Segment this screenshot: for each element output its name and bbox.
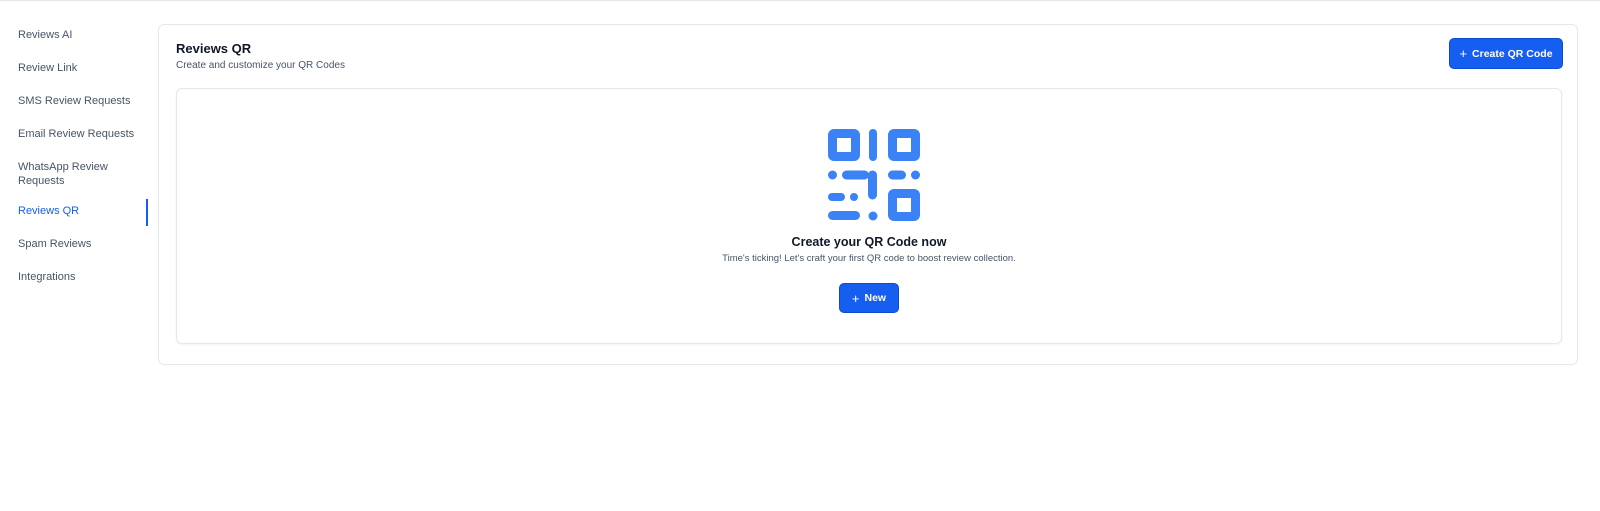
new-qr-code-button[interactable]: + New <box>839 283 899 313</box>
page-subtitle: Create and customize your QR Codes <box>176 60 345 71</box>
sidebar-nav: Reviews AI Review Link SMS Review Reques… <box>0 20 148 295</box>
sidebar-item-whatsapp-review-requests[interactable]: WhatsApp Review Requests <box>0 152 148 196</box>
sidebar-item-label: SMS Review Requests <box>18 95 131 107</box>
page-title: Reviews QR <box>176 41 252 56</box>
sidebar-item-email-review-requests[interactable]: Email Review Requests <box>0 119 148 152</box>
sidebar-item-label: Review Link <box>18 62 78 74</box>
sidebar-item-integrations[interactable]: Integrations <box>0 262 148 295</box>
sidebar-item-reviews-ai[interactable]: Reviews AI <box>0 20 148 53</box>
sidebar-item-label: Reviews QR <box>18 205 80 217</box>
sidebar-item-label: Integrations <box>18 271 76 283</box>
sidebar-item-label: Spam Reviews <box>18 238 92 250</box>
plus-icon: + <box>851 290 860 306</box>
create-qr-code-button-label: Create QR Code <box>1472 47 1553 60</box>
qr-code-icon <box>828 129 920 221</box>
plus-icon: + <box>1459 46 1468 61</box>
sidebar-item-reviews-qr[interactable]: Reviews QR <box>0 196 148 229</box>
empty-state-title: Create your QR Code now <box>791 235 947 249</box>
sidebar-item-label: Email Review Requests <box>18 128 135 140</box>
empty-state-description: Time's ticking! Let's craft your first Q… <box>722 253 1016 264</box>
create-qr-code-button[interactable]: + Create QR Code <box>1449 38 1563 69</box>
empty-state-panel: Create your QR Code now Time's ticking! … <box>176 88 1562 344</box>
top-divider <box>0 0 1600 1</box>
sidebar-item-review-link[interactable]: Review Link <box>0 53 148 86</box>
sidebar-item-sms-review-requests[interactable]: SMS Review Requests <box>0 86 148 119</box>
sidebar-item-label: Reviews AI <box>18 29 73 41</box>
new-qr-code-button-label: New <box>864 292 887 304</box>
sidebar-item-spam-reviews[interactable]: Spam Reviews <box>0 229 148 262</box>
sidebar-item-label: WhatsApp Review Requests <box>18 161 108 187</box>
reviews-qr-card: Reviews QR Create and customize your QR … <box>158 24 1578 365</box>
